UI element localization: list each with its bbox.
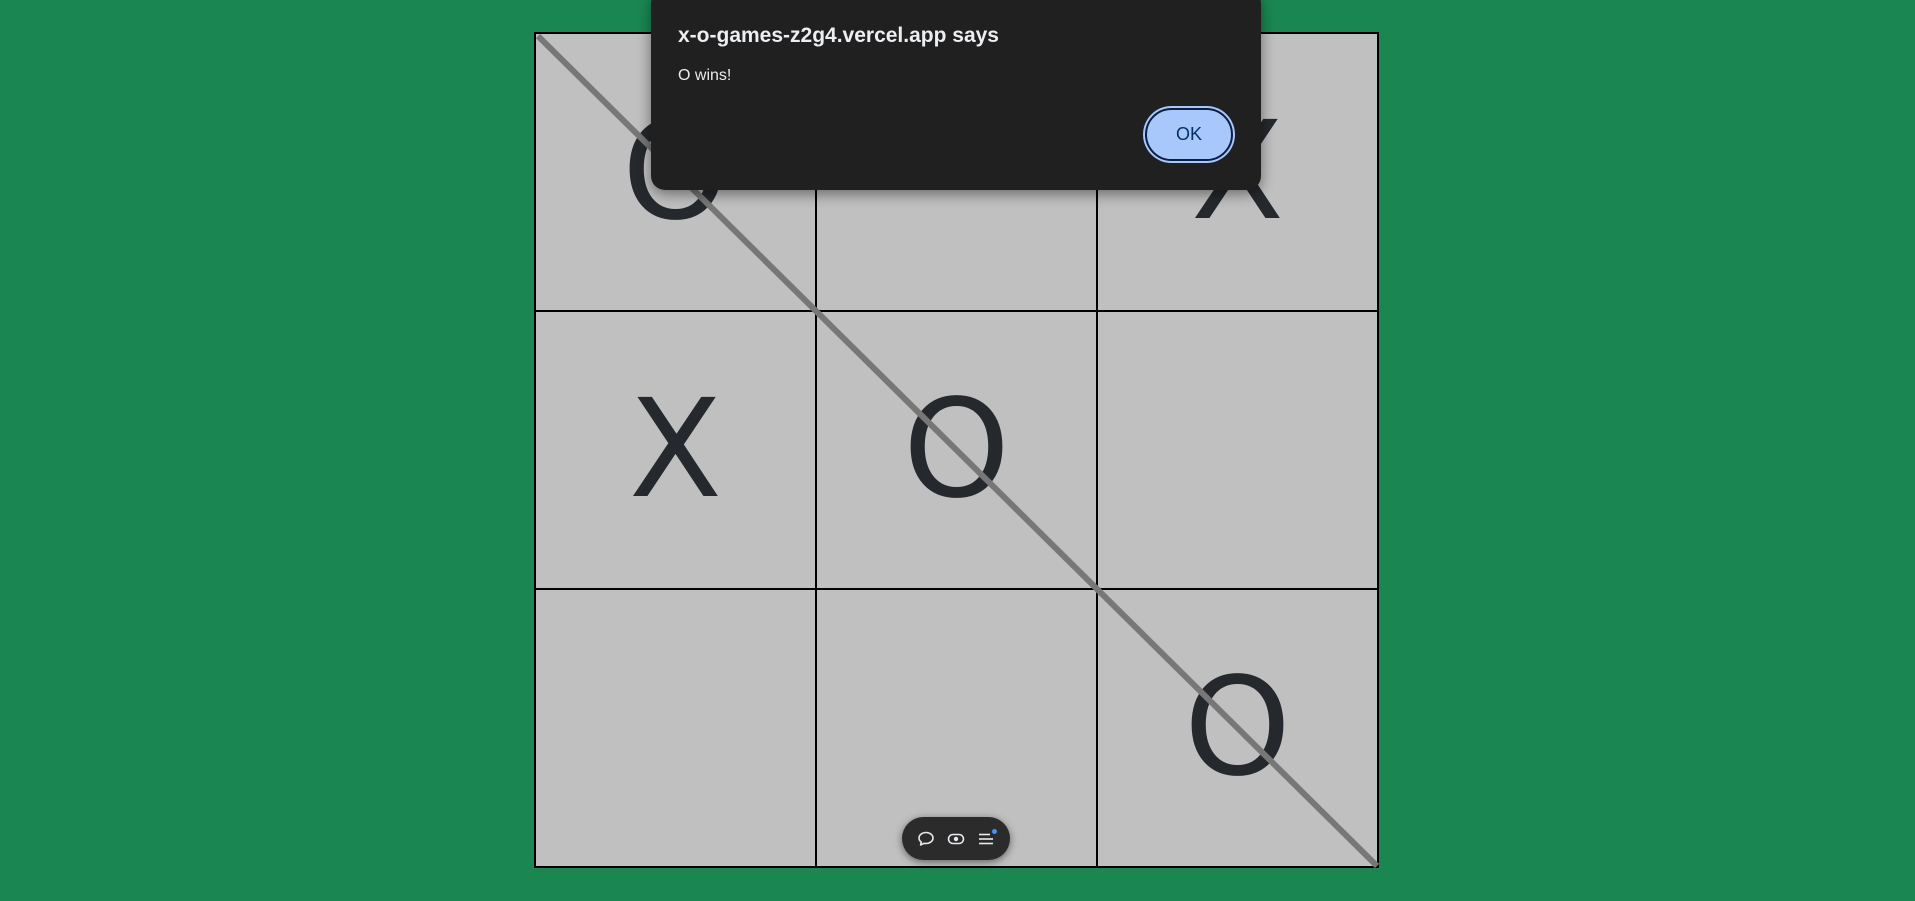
menu-button[interactable] [974, 827, 998, 851]
dialog-title: x-o-games-z2g4.vercel.app says [678, 24, 999, 47]
cell-5[interactable]: O [816, 311, 1097, 589]
comment-icon [918, 831, 934, 846]
cell-9[interactable]: O [1097, 589, 1378, 867]
ok-button[interactable]: OK [1145, 108, 1233, 161]
alert-dialog: x-o-games-z2g4.vercel.app says O wins! O… [651, 0, 1261, 190]
cell-6[interactable] [1097, 311, 1378, 589]
visibility-button[interactable] [944, 827, 968, 851]
cell-4[interactable]: X [535, 311, 816, 589]
notification-dot [992, 828, 997, 834]
eye-icon [947, 833, 965, 844]
comment-button[interactable] [914, 827, 938, 851]
floating-toolbar [902, 817, 1010, 860]
dialog-message: O wins! [678, 67, 732, 84]
cell-7[interactable] [535, 589, 816, 867]
